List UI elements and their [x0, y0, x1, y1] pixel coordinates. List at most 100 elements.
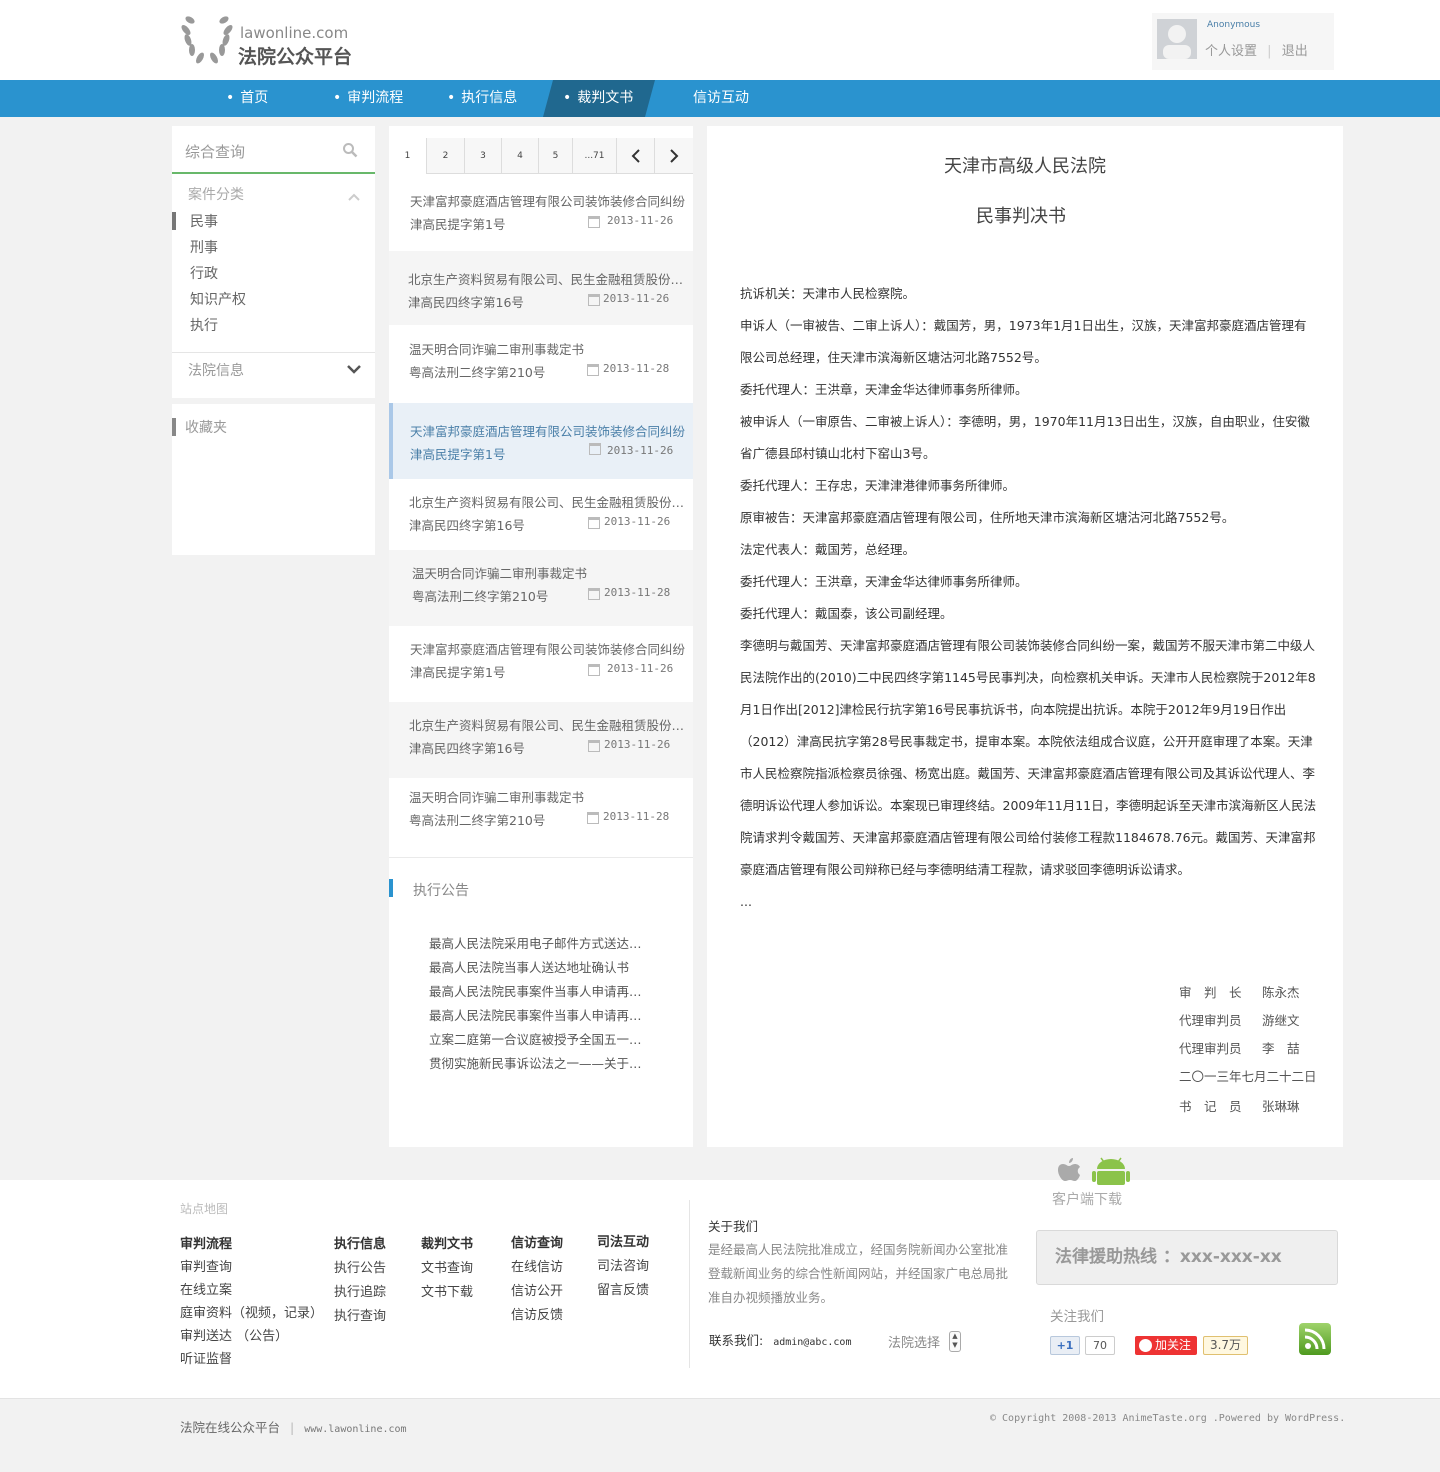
about-title[interactable]: 关于我们 — [708, 1216, 758, 1235]
logo-title: 法院公众平台 — [238, 46, 353, 68]
rss-icon[interactable] — [1299, 1323, 1331, 1355]
settings-link[interactable]: 个人设置 — [1205, 44, 1257, 59]
case-item[interactable]: 天津富邦豪庭酒店管理有限公司装饰装修合同纠纷 津高民提字第1号 2013-11-… — [389, 175, 693, 251]
chevron-up-icon[interactable] — [348, 193, 360, 201]
footer-column-title[interactable]: 信访查询 — [511, 1232, 563, 1251]
document-type: 民事判决书 — [976, 206, 1066, 227]
case-number: 津高民四终字第16号 — [408, 295, 524, 310]
category-active-marker — [172, 212, 176, 230]
site-url[interactable]: www.lawonline.com — [304, 1424, 406, 1435]
footer-column-title[interactable]: 司法互动 — [597, 1231, 649, 1250]
case-title: 天津富邦豪庭酒店管理有限公司装饰装修合同纠纷 — [410, 194, 686, 209]
case-title: 温天明合同诈骗二审刑事裁定书 — [409, 342, 585, 357]
case-number: 津高民提字第1号 — [410, 665, 506, 680]
prev-page-button[interactable] — [616, 138, 654, 174]
category-item-criminal[interactable]: 刑事 — [190, 237, 218, 257]
footer-column-title[interactable]: 执行信息 — [334, 1233, 386, 1252]
footer-link[interactable]: 文书查询 — [421, 1257, 473, 1276]
calendar-icon — [588, 517, 600, 529]
footer-link[interactable]: 在线立案 — [180, 1279, 232, 1298]
category-item-administrative[interactable]: 行政 — [190, 263, 218, 283]
logout-link[interactable]: 退出 — [1282, 44, 1308, 59]
case-item[interactable]: 温天明合同诈骗二审刑事裁定书 粤高法刑二终字第210号 2013-11-28 — [389, 325, 693, 401]
document-paragraph: 委托代理人：王存忠，天津津港律师事务所律师。 — [740, 478, 1016, 493]
footer-column-title[interactable]: 审判流程 — [180, 1233, 232, 1252]
calendar-icon — [588, 216, 600, 228]
case-title: 北京生产资料贸易有限公司、民生金融租赁股份有限公司 — [409, 718, 685, 733]
signature-line: 书 记 员 张琳琳 — [1179, 1096, 1300, 1115]
footer-link[interactable]: 审判查询 — [180, 1256, 232, 1275]
announcement-link[interactable]: 最高人民法院采用电子邮件方式送达和传真 — [429, 933, 644, 952]
page-5[interactable]: 5 — [538, 138, 572, 174]
next-page-button[interactable] — [654, 138, 693, 174]
case-item[interactable]: 北京生产资料贸易有限公司、民生金融租赁股份有限公司 津高民四终字第16号 201… — [389, 251, 693, 325]
announcement-link[interactable]: 最高人民法院当事人送达地址确认书 — [429, 957, 644, 976]
gplus-button[interactable]: +1 — [1050, 1336, 1080, 1355]
nav-item-trial-process[interactable]: • 审判流程 — [333, 80, 403, 117]
footer-link[interactable]: 信访公开 — [511, 1280, 563, 1299]
category-item-civil[interactable]: 民事 — [190, 211, 218, 231]
announcement-link[interactable]: 贯彻实施新民事诉讼法之一——关于立案登记 — [429, 1053, 644, 1072]
contact: 联系我们: admin@abc.com — [709, 1330, 851, 1349]
page-4[interactable]: 4 — [501, 138, 538, 174]
page-last[interactable]: ...71 — [572, 138, 616, 174]
footer-link[interactable]: 庭审资料（视频，记录） — [180, 1302, 323, 1321]
calendar-icon — [588, 588, 600, 600]
court-select[interactable]: 法院选择 — [888, 1332, 940, 1351]
site-name[interactable]: 法院在线公众平台 — [180, 1420, 280, 1435]
case-item[interactable]: 天津富邦豪庭酒店管理有限公司装饰装修合同纠纷 津高民提字第1号 2013-11-… — [389, 626, 693, 702]
laurel-logo-icon — [181, 16, 233, 64]
footer-link[interactable]: 执行追踪 — [334, 1281, 386, 1300]
search-input[interactable]: 综合查询 — [185, 141, 245, 162]
nav-item-petition[interactable]: 信访互动 — [693, 80, 749, 117]
document-paragraph: 申诉人（一审被告、二审上诉人）：戴国芳，男，1973年1月1日出生，汉族，天津富… — [740, 318, 1307, 365]
apple-icon — [1058, 1158, 1080, 1181]
copyright-bar: 法院在线公众平台 | www.lawonline.com © Copyright… — [0, 1398, 1440, 1472]
page-2[interactable]: 2 — [426, 138, 464, 174]
announcement-link[interactable]: 最高人民法院民事案件当事人申请再审指南 — [429, 981, 644, 1000]
announcement-link[interactable]: 立案二庭第一合议庭被授予全国五一巾帼标兵岗 — [429, 1029, 644, 1048]
case-item[interactable]: 北京生产资料贸易有限公司、民生金融租赁股份有限公司 津高民四终字第16号 201… — [389, 479, 693, 555]
select-arrows-icon[interactable]: ▲ ▼ — [949, 1331, 961, 1352]
page-1[interactable]: 1 — [389, 138, 426, 174]
calendar-icon — [588, 740, 600, 752]
pagination: 1 2 3 4 5 ...71 — [389, 138, 693, 174]
nav-item-judgments[interactable]: • 裁判文书 — [563, 80, 633, 117]
footer-link[interactable]: 在线信访 — [511, 1256, 563, 1275]
footer-link[interactable]: 审判送达 （公告） — [180, 1325, 288, 1344]
footer-link[interactable]: 留言反馈 — [597, 1279, 649, 1298]
nav-item-home[interactable]: • 首页 — [226, 80, 268, 117]
footer-link[interactable]: 文书下载 — [421, 1281, 473, 1300]
footer-link[interactable]: 执行查询 — [334, 1305, 386, 1324]
footer-column-title[interactable]: 裁判文书 — [421, 1233, 473, 1252]
rss-glyph-icon — [1304, 1328, 1326, 1350]
footer-link[interactable]: 司法咨询 — [597, 1255, 649, 1274]
category-item-execution[interactable]: 执行 — [190, 315, 218, 335]
case-item[interactable]: 温天明合同诈骗二审刑事裁定书 粤高法刑二终字第210号 2013-11-28 — [389, 776, 693, 852]
signature-date: 二〇一三年七月二十二日 — [1179, 1066, 1317, 1085]
calendar-icon — [588, 294, 600, 306]
category-label[interactable]: 案件分类 — [188, 184, 244, 204]
selected-marker — [389, 403, 393, 479]
contact-email[interactable]: admin@abc.com — [773, 1337, 851, 1348]
weibo-count: 3.7万 — [1203, 1336, 1248, 1355]
chevron-down-icon[interactable] — [347, 365, 361, 374]
case-date: 2013-11-26 — [607, 214, 674, 227]
case-item[interactable]: 温天明合同诈骗二审刑事裁定书 粤高法刑二终字第210号 2013-11-28 — [389, 550, 693, 626]
page-3[interactable]: 3 — [464, 138, 501, 174]
category-item-ip[interactable]: 知识产权 — [190, 289, 246, 309]
nav-item-execution-info[interactable]: • 执行信息 — [447, 80, 517, 117]
case-item-selected[interactable]: 天津富邦豪庭酒店管理有限公司装饰装修合同纠纷 津高民提字第1号 2013-11-… — [389, 403, 693, 479]
app-download-label[interactable]: 客户端下载 — [1052, 1189, 1122, 1209]
footer-link[interactable]: 执行公告 — [334, 1257, 386, 1276]
signature-role: 代理审判员 — [1179, 1041, 1242, 1056]
court-info-label[interactable]: 法院信息 — [188, 360, 244, 380]
weibo-follow-button[interactable]: 加关注 — [1135, 1336, 1197, 1355]
footer-link[interactable]: 听证监督 — [180, 1348, 232, 1367]
search-icon[interactable] — [342, 142, 358, 158]
announcement-link[interactable]: 最高人民法院民事案件当事人申请再审须知 — [429, 1005, 644, 1024]
favorites-label[interactable]: 收藏夹 — [185, 417, 227, 437]
avatar[interactable] — [1157, 19, 1197, 59]
case-item[interactable]: 北京生产资料贸易有限公司、民生金融租赁股份有限公司 津高民四终字第16号 201… — [389, 702, 693, 778]
footer-link[interactable]: 信访反馈 — [511, 1304, 563, 1323]
